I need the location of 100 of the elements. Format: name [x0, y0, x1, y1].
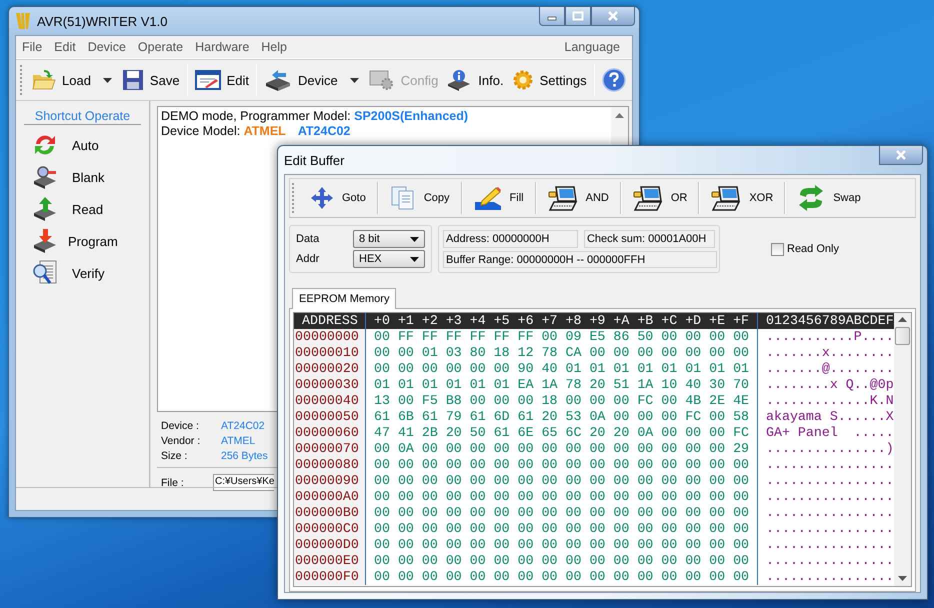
- chip-up-arrow-icon: [32, 196, 58, 222]
- toolbar-button[interactable]: Save: [118, 67, 184, 93]
- hex-bytes: 00 00 00 00 00 00 00 00 00 00 00 00 00 00 00 00: [366, 569, 758, 585]
- caret-icon: [410, 256, 419, 262]
- address-display: Address: 00000000H: [443, 230, 578, 248]
- info-value: AT24C02: [221, 420, 265, 432]
- menu-item[interactable]: Help: [255, 40, 293, 54]
- hex-bytes: 47 41 2B 20 50 61 6E 65 6C 20 20 0A 00 00 00 FC: [366, 425, 758, 441]
- data-width-dropdown[interactable]: 8 bit: [353, 230, 425, 248]
- address-cell: 000000C0: [294, 521, 366, 537]
- file-path-field[interactable]: C:¥Users¥Ke: [213, 474, 274, 491]
- ascii-text: ................: [765, 553, 894, 569]
- shortcut-button[interactable]: Read: [20, 193, 145, 225]
- hex-bytes: 00 00 00 00 00 00 00 00 00 00 00 00 00 00 00 00: [366, 457, 758, 473]
- menu-item[interactable]: Device: [82, 40, 132, 54]
- pencil-fill-icon: [474, 186, 502, 210]
- ascii-text: .......x........: [765, 345, 894, 361]
- swap-arrows-icon: [797, 185, 826, 211]
- info-device-icon: [446, 69, 472, 91]
- maximize-button[interactable]: [565, 7, 591, 26]
- folder-icon: [32, 69, 56, 91]
- address-cell: 00000060: [294, 425, 366, 441]
- column-header: +0 +1 +2 +3 +4 +5 +6 +7 +8 +9 +A +B +C +D +E +F: [366, 313, 758, 329]
- help-icon: [602, 68, 626, 92]
- info-label: Size :: [161, 450, 188, 462]
- address-cell: 00000040: [294, 393, 366, 409]
- close-icon: [607, 11, 619, 21]
- ascii-text: ................: [765, 537, 894, 553]
- address-cell: 00000050: [294, 409, 366, 425]
- toolbar-button[interactable]: Swap: [789, 183, 869, 213]
- address-cell: 00000020: [294, 361, 366, 377]
- shortcut-button[interactable]: Auto: [20, 129, 145, 161]
- ascii-text: ................: [765, 569, 894, 585]
- tab[interactable]: EEPROM Memory: [292, 288, 396, 309]
- data-label: Data: [296, 233, 320, 245]
- hex-bytes: 61 6B 61 79 61 6D 61 20 53 0A 00 00 00 FC 00 58: [366, 409, 758, 425]
- ascii-text: ...........P....: [765, 329, 894, 345]
- addr-label: Addr: [296, 253, 320, 265]
- caret-icon: [350, 78, 359, 82]
- toolbar-button[interactable]: AND: [540, 183, 617, 213]
- shortcut-button[interactable]: Program: [20, 225, 145, 257]
- address-format-dropdown[interactable]: HEX: [353, 250, 425, 268]
- menu-item[interactable]: Edit: [48, 40, 82, 54]
- toolbar-button[interactable]: Goto: [302, 184, 374, 212]
- menu-item[interactable]: Language: [558, 40, 626, 54]
- minimize-button[interactable]: [539, 7, 565, 26]
- copy-icon: [390, 185, 416, 211]
- address-cell: 00000090: [294, 473, 366, 489]
- hex-bytes: 13 00 F5 B8 00 00 00 18 00 00 00 FC 00 4B 2E 4E: [366, 393, 758, 409]
- ascii-text: ...............): [765, 441, 894, 457]
- menu-item[interactable]: Hardware: [189, 40, 256, 54]
- hex-bytes: 00 00 00 00 00 00 00 00 00 00 00 00 00 00 00 00: [366, 521, 758, 537]
- column-header: 0123456789ABCDEF: [765, 313, 894, 329]
- address-cell: 000000F0: [294, 569, 366, 585]
- menu-item[interactable]: Operate: [132, 40, 190, 54]
- toolbar-button[interactable]: Edit: [190, 68, 253, 92]
- scroll-up-icon[interactable]: [615, 113, 624, 119]
- hex-bytes: 00 00 00 00 00 00 00 00 00 00 00 00 00 00 00 00: [366, 505, 758, 521]
- hex-bytes: 00 00 00 00 00 00 00 00 00 00 00 00 00 00 00 00: [366, 537, 758, 553]
- shortcut-button[interactable]: Verify: [20, 257, 145, 289]
- scroll-up-icon: [898, 317, 907, 323]
- close-button[interactable]: [879, 146, 923, 165]
- window-title: AVR(51)WRITER V1.0: [37, 14, 168, 28]
- programmer-device-icon: [264, 69, 292, 91]
- scroll-thumb[interactable]: [895, 327, 910, 345]
- hex-bytes: 00 0A 00 00 00 00 00 00 00 00 00 00 00 00 00 29: [366, 441, 758, 457]
- toolbar-button[interactable]: Device: [260, 67, 365, 93]
- document-magnifier-icon: [32, 260, 58, 286]
- window-title: Edit Buffer: [284, 152, 344, 168]
- shortcut-button[interactable]: Blank: [20, 161, 145, 193]
- read-only-checkbox[interactable]: Read Only: [771, 242, 839, 256]
- toolbar-button[interactable]: Load: [28, 67, 118, 93]
- ascii-text: .......@........: [765, 361, 894, 377]
- address-cell: 00000080: [294, 457, 366, 473]
- address-cell: 000000D0: [294, 537, 366, 553]
- toolbar-button[interactable]: OR: [624, 183, 696, 213]
- toolbar-button[interactable]: Copy: [382, 183, 458, 213]
- sidebar-title: Shortcut Operate: [24, 109, 141, 125]
- computer-plug-icon: [632, 185, 663, 211]
- toolbar-button[interactable]: XOR: [703, 183, 782, 213]
- ascii-text: ................: [765, 521, 894, 537]
- ascii-text: GA+ Panel .....: [765, 425, 894, 441]
- menu-item[interactable]: File: [22, 40, 48, 54]
- toolbar-button[interactable]: Settings: [508, 67, 591, 93]
- address-cell: 000000B0: [294, 505, 366, 521]
- toolbar-button[interactable]: Info.: [442, 67, 508, 93]
- close-button[interactable]: [591, 7, 635, 26]
- caret-icon: [102, 78, 112, 82]
- address-cell: 00000010: [294, 345, 366, 361]
- log-line: DEMO mode, Programmer Model: SP200S(Enhanced): [161, 109, 470, 124]
- info-label: Vendor :: [161, 434, 202, 446]
- address-cell: 00000030: [294, 377, 366, 393]
- toolbar-button[interactable]: Fill: [466, 184, 532, 212]
- caret-icon: [410, 236, 419, 242]
- scroll-down-icon: [898, 576, 907, 582]
- checksum-display: Check sum: 00001A00H: [584, 230, 715, 248]
- address-cell: 00000000: [294, 329, 366, 345]
- address-cell: 000000A0: [294, 489, 366, 505]
- scrollbar[interactable]: [894, 313, 911, 586]
- info-value: 256 Bytes: [221, 450, 268, 462]
